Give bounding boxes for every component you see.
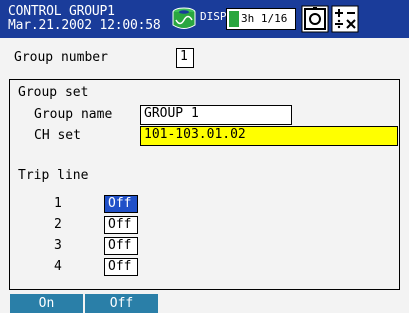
trip-line-2-field[interactable]: Off — [104, 216, 138, 234]
group-name-field[interactable]: GROUP 1 — [140, 105, 292, 125]
camera-icon — [301, 5, 329, 33]
trip-line-number: 2 — [54, 217, 62, 232]
batch-indicator: 3h 1/16 — [226, 8, 296, 30]
datetime: Mar.21.2002 12:00:58 — [8, 18, 161, 33]
trip-line-number: 4 — [54, 259, 62, 274]
trip-line-number: 1 — [54, 196, 62, 211]
softkey-bar: On Off — [0, 294, 409, 313]
trip-line-1-field[interactable]: Off — [104, 195, 138, 213]
trip-line-4-field[interactable]: Off — [104, 258, 138, 276]
group-set-title: Group set — [18, 85, 89, 100]
batch-text: 3h 1/16 — [241, 12, 288, 25]
status-header: CONTROL GROUP1 Mar.21.2002 12:00:58 DISP… — [0, 0, 409, 38]
screen-title: CONTROL GROUP1 — [8, 4, 115, 19]
disk-icon — [171, 6, 197, 32]
softkey-off-button[interactable]: Off — [85, 294, 158, 313]
disp-label: DISP — [200, 10, 227, 23]
group-number-field[interactable]: 1 — [176, 48, 194, 68]
softkey-on-button[interactable]: On — [10, 294, 83, 313]
ch-set-field[interactable]: 101-103.01.02 — [140, 126, 398, 146]
ch-set-label: CH set — [34, 128, 81, 143]
math-icon — [331, 5, 359, 33]
batch-status-bar — [229, 11, 239, 27]
group-name-label: Group name — [34, 107, 113, 122]
trip-line-title: Trip line — [18, 168, 89, 183]
trip-line-number: 3 — [54, 238, 62, 253]
screen: CONTROL GROUP1 Mar.21.2002 12:00:58 DISP… — [0, 0, 409, 313]
trip-line-3-field[interactable]: Off — [104, 237, 138, 255]
group-number-label: Group number — [14, 50, 108, 65]
